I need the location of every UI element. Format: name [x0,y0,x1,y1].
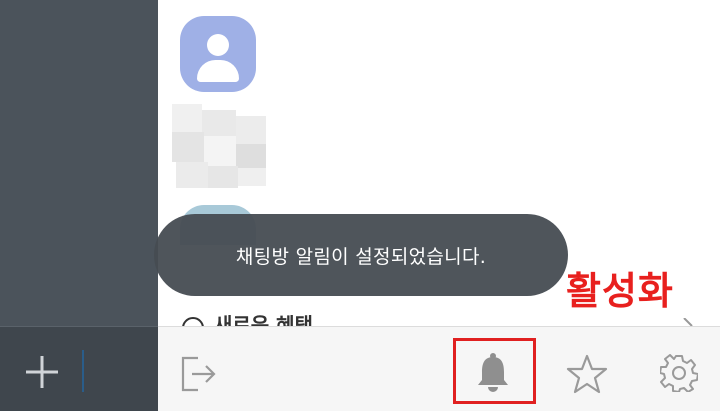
annotation-label: 활성화 [566,269,674,313]
menu-item-label[interactable]: 새로운 혜택 [214,311,313,327]
toast-message: 채팅방 알림이 설정되었습니다. [235,245,487,268]
avatar-head-shape [207,34,229,56]
bell-icon[interactable] [475,352,511,392]
plus-icon[interactable] [24,354,60,390]
text-cursor [82,350,84,392]
avatar-body-shape [197,60,239,82]
gear-icon[interactable] [660,354,698,392]
star-icon[interactable] [566,354,608,394]
toast-notification: 채팅방 알림이 설정되었습니다. [154,214,568,296]
drawer-bottom-bar [158,326,720,411]
exit-icon[interactable] [180,356,218,392]
member-avatar[interactable] [180,16,256,92]
